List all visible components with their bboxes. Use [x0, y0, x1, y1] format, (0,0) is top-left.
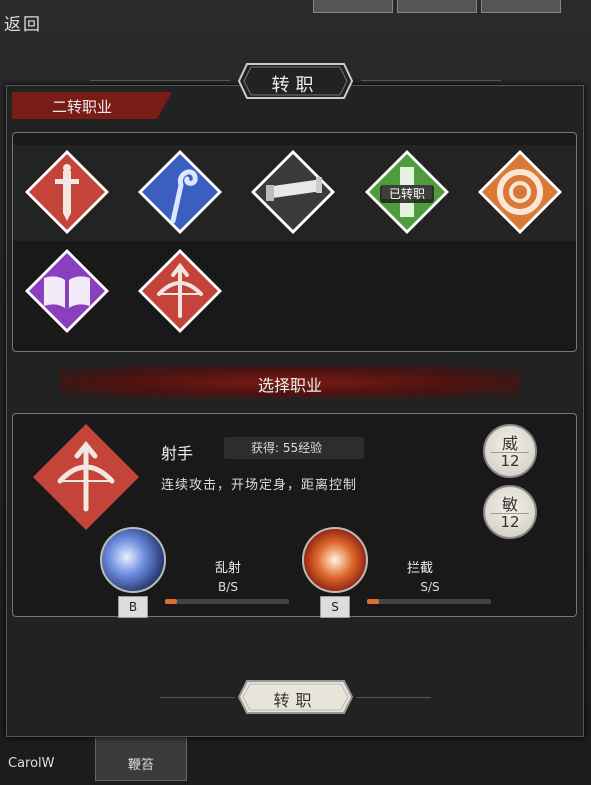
background-tabs [313, 0, 561, 13]
background-roster: CarolW 鞭笞 [0, 733, 591, 785]
skill-rank: S [320, 596, 350, 618]
choose-class-label: 选择职业 [257, 376, 322, 395]
roster-card: 鞭笞 [95, 733, 187, 781]
back-button[interactable]: 返回 [4, 10, 42, 35]
selected-class-name: 射手 [161, 444, 194, 463]
skill-orb[interactable] [100, 527, 166, 593]
completed-badge: 已转职 [380, 185, 434, 203]
panel-title-text: 转职 [271, 75, 320, 96]
class-option-sword[interactable] [24, 149, 110, 235]
skill-grade: S/S [420, 580, 440, 594]
skill-name: 乱射 [214, 561, 241, 576]
class-option-bow[interactable] [137, 248, 223, 334]
button-divider [160, 697, 235, 698]
stat-value: 12 [500, 513, 520, 531]
exp-reward: 获得: 55经验 [224, 437, 364, 459]
skill-progress-bar [367, 599, 491, 604]
roster-card-label: 鞭笞 [127, 758, 154, 773]
background-tab [313, 0, 393, 13]
skill-progress-bar [165, 599, 289, 604]
confirm-job-change-button[interactable]: 转职 [237, 679, 354, 715]
button-divider [356, 697, 431, 698]
skill-progress-fill [165, 599, 178, 604]
title-divider [361, 80, 501, 81]
stat-name: 敏 [501, 495, 518, 514]
choose-class-header: 选择职业 [60, 366, 520, 398]
panel-title: 转职 [237, 62, 354, 100]
stat-badge: 敏 12 [483, 485, 537, 539]
stat-value: 12 [500, 452, 520, 470]
class-option-target[interactable] [477, 149, 563, 235]
title-divider [90, 80, 230, 81]
roster-name: CarolW [8, 756, 55, 771]
background-tab [481, 0, 561, 13]
class-option-cross[interactable]: 已转职 [364, 149, 450, 235]
section-label-text: 二转职业 [51, 98, 112, 116]
class-option-book[interactable] [24, 248, 110, 334]
selected-class-description: 连续攻击，开场定身，距离控制 [161, 478, 358, 493]
skill-name: 拦截 [406, 561, 433, 576]
section-label: 二转职业 [12, 92, 172, 119]
stat-name: 威 [501, 434, 518, 453]
skill-progress-fill [367, 599, 380, 604]
stat-badge: 威 12 [483, 424, 537, 478]
skill-grade: B/S [218, 580, 238, 594]
background-tab [397, 0, 477, 13]
confirm-button-label: 转职 [273, 691, 318, 710]
skill-orb[interactable] [302, 527, 368, 593]
class-option-telescope[interactable] [250, 149, 336, 235]
class-option-staff[interactable] [137, 149, 223, 235]
skill-rank: B [118, 596, 148, 618]
selected-class-icon [32, 423, 140, 531]
